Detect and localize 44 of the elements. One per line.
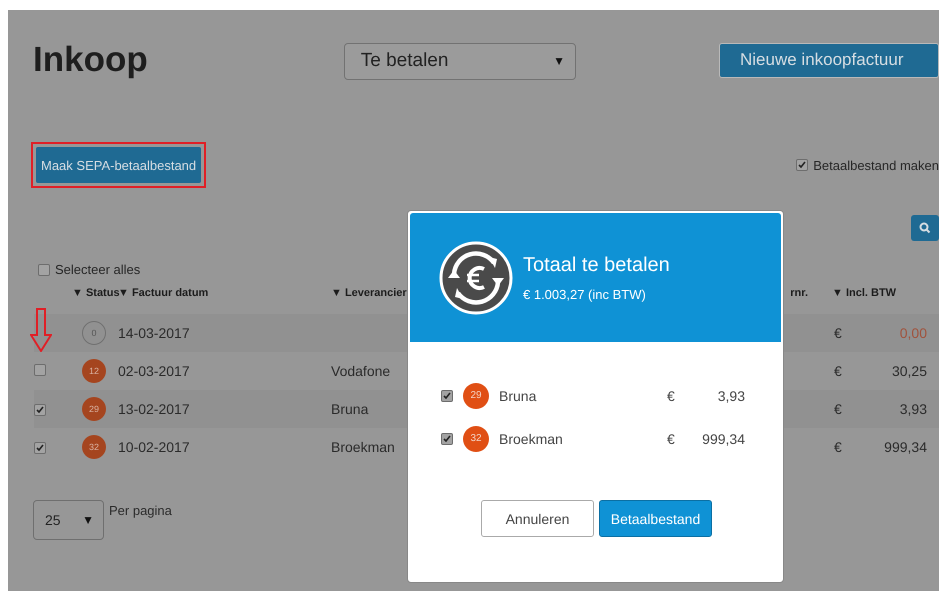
status-badge: 29 (82, 397, 106, 421)
sepa-button[interactable]: Maak SEPA-betaalbestand (36, 147, 202, 183)
cancel-button[interactable]: Annuleren (481, 500, 594, 537)
currency-cell-text: € (834, 363, 843, 379)
date-cell-text: 10-02-2017 (118, 439, 191, 455)
per-page-dropdown[interactable]: 25 ▼ (33, 500, 104, 540)
amount-value: 999,34 (701, 430, 745, 446)
status-badge: 32 (463, 426, 489, 452)
per-page-label: Per pagina (109, 503, 172, 518)
amount-cell-text: 0,00 (898, 325, 927, 341)
supplier-cell: Broekman (331, 439, 395, 455)
date-cell-text: 14-03-2017 (118, 325, 191, 341)
amount-cell-text: 30,25 (890, 363, 927, 379)
dialog-total: € 1.003,27 (inc BTW) (523, 286, 647, 302)
date-cell-text: 02-03-2017 (118, 363, 191, 379)
select-all-label: Selecteer alles (55, 262, 140, 277)
column-header[interactable]: rnr. (790, 287, 808, 299)
status-badge: 0 (82, 321, 106, 345)
status-badge: 32 (82, 435, 106, 459)
new-invoice-button[interactable]: Nieuwe inkoopfactuur (719, 42, 939, 78)
status-badge: 29 (463, 382, 489, 408)
currency-sign: € (667, 388, 676, 404)
column-header[interactable]: ▼ Factuur datum (118, 287, 331, 299)
column-header[interactable]: ▼ Incl. BTW (832, 287, 939, 299)
page-title: Inkoop (33, 40, 149, 80)
amount-value: 3,93 (716, 388, 745, 404)
column-header[interactable]: ▼ Status (72, 287, 118, 299)
checkbox-label: Betaalbestand maken (813, 158, 939, 172)
supplier-cell: Vodafone (331, 363, 390, 379)
amount-cell-text: 3,93 (898, 401, 927, 417)
payment-file-button[interactable]: Betaalbestand (599, 500, 712, 537)
supplier-name: Bruna (499, 388, 536, 404)
currency-cell-text: € (834, 401, 843, 417)
supplier-name: Broekman (499, 430, 563, 446)
dialog-title: Totaal te betalen (523, 254, 670, 276)
filter-dropdown[interactable]: Te betalen ▼ (344, 42, 576, 80)
currency-cell-text: € (834, 325, 843, 341)
date-cell-text: 13-02-2017 (118, 401, 191, 417)
status-badge: 12 (82, 359, 106, 383)
supplier-cell: Bruna (331, 401, 368, 417)
amount-cell-text: 999,34 (883, 439, 927, 455)
currency-sign: € (667, 430, 676, 446)
column-header[interactable]: ▼ Leverancier (331, 287, 407, 299)
currency-cell-text: € (834, 439, 843, 455)
